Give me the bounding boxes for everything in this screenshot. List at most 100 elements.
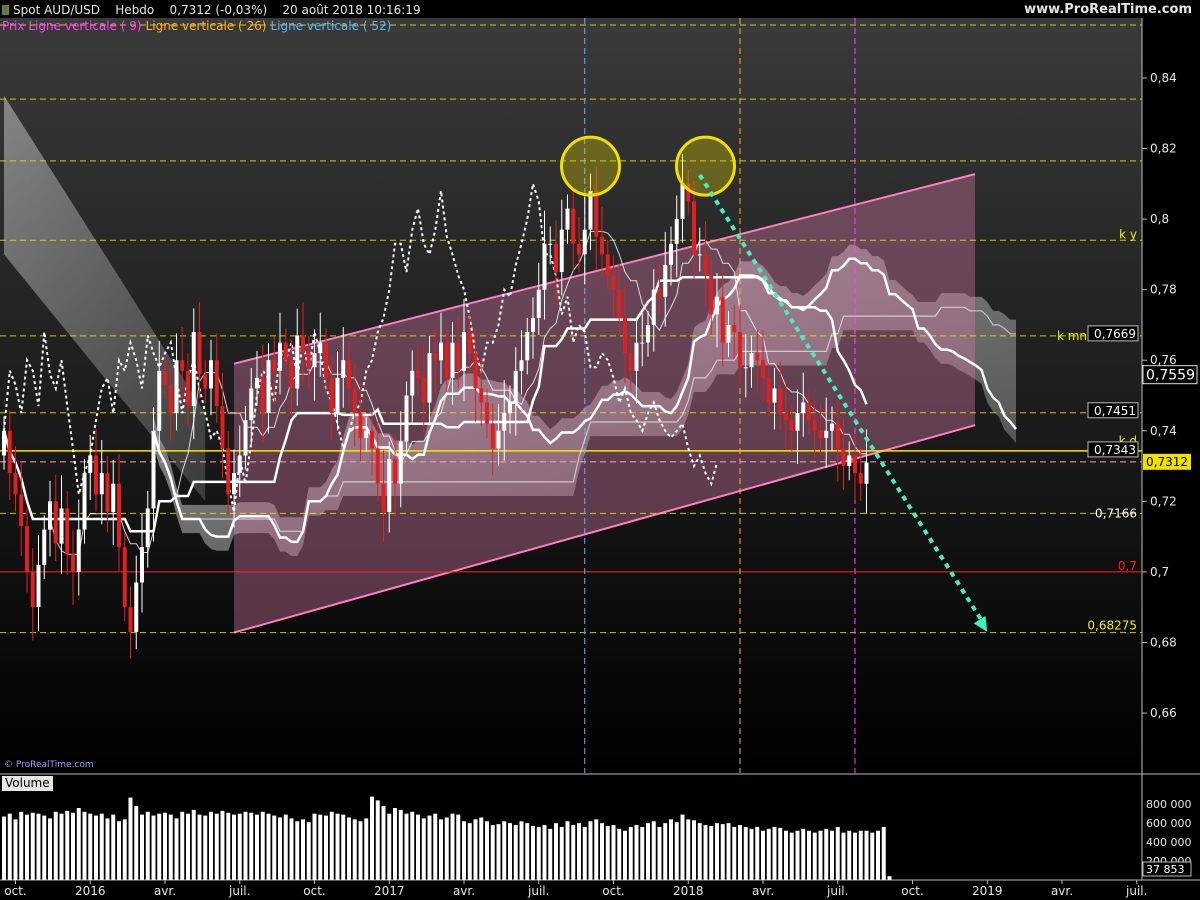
candle-body (462, 331, 466, 371)
volume-bar (697, 823, 702, 880)
volume-bar (65, 810, 70, 880)
volume-bar (473, 819, 478, 880)
volume-bar (835, 826, 840, 880)
volume-bar (847, 830, 852, 880)
volume-bar (853, 832, 857, 880)
candle-body (513, 370, 518, 403)
candle-body (272, 360, 277, 371)
volume-bar (789, 832, 794, 880)
candle-body (341, 360, 346, 378)
candle-body (755, 353, 760, 361)
candle-body (370, 430, 374, 449)
x-tick-label: juil. (826, 884, 848, 898)
volume-bar (128, 797, 133, 880)
volume-bar (375, 800, 380, 880)
candle-body (519, 360, 524, 371)
candle-body (237, 455, 242, 474)
y-tick-label: 0,72 (1150, 494, 1177, 508)
candle-body (168, 384, 173, 414)
candle-body (623, 317, 627, 354)
candle-body (789, 420, 794, 431)
volume-bar (105, 818, 110, 880)
candle-body (140, 547, 144, 583)
candle-body (312, 353, 317, 368)
x-tick-label: 2019 (972, 884, 1003, 898)
volume-bar (301, 819, 305, 880)
x-tick-label: avr. (154, 884, 176, 898)
x-tick-label: oct. (901, 884, 923, 898)
volume-bar (502, 821, 507, 880)
candle-body (841, 448, 846, 467)
candle-body (398, 441, 403, 484)
candle-body (709, 275, 714, 315)
candle-body (76, 529, 81, 572)
candle-body (255, 377, 259, 389)
volume-bar (352, 819, 357, 880)
volume-bar (13, 819, 18, 880)
volume-bar (692, 820, 696, 880)
volume-bar (640, 826, 645, 880)
volume-bar (255, 814, 259, 880)
candle-body (467, 331, 472, 354)
candle-body (82, 473, 87, 530)
y-tick-label: 0,66 (1150, 706, 1177, 720)
candle-body (19, 494, 24, 527)
candle-body (565, 208, 570, 230)
legend-vline-52[interactable]: Ligne verticale ( 52) (270, 19, 391, 33)
candle-body (692, 201, 696, 255)
period-label: Hebdo (115, 3, 155, 17)
x-tick-label: oct. (602, 884, 624, 898)
candle-body (347, 360, 351, 389)
candle-body (352, 388, 357, 414)
x-tick-label: juil. (1125, 884, 1147, 898)
candle-body (358, 413, 363, 438)
volume-bar (19, 811, 24, 880)
volume-bar (738, 825, 742, 880)
candle-body (278, 342, 282, 371)
volume-panel-title: Volume (2, 776, 53, 791)
candle-body (450, 342, 455, 378)
volume-bar (772, 826, 777, 880)
site-url[interactable]: www.ProRealTime.com (1024, 2, 1192, 17)
volume-bar (508, 823, 512, 880)
legend-price[interactable]: Prix (2, 19, 24, 33)
candle-body (554, 243, 558, 273)
volume-bar (588, 821, 593, 880)
volume-bar (237, 813, 242, 880)
volume-bar (439, 819, 443, 880)
candle-body (640, 342, 645, 344)
x-tick-label: oct. (4, 884, 26, 898)
y-axis-ticks: 800 000600 000400 000200 00037 8530,840,… (1142, 71, 1192, 877)
volume-bar (450, 813, 455, 880)
volume-bar (600, 823, 604, 880)
volume-bar (370, 796, 374, 880)
candle-body (209, 360, 213, 389)
candle-body (496, 430, 501, 449)
legend-vline-9[interactable]: Ligne verticale ( 9) (28, 19, 141, 33)
candle-body (456, 342, 461, 371)
candle-body (59, 508, 64, 544)
volume-bar (48, 818, 52, 880)
candle-body (818, 430, 823, 438)
volume-bar (531, 826, 535, 880)
candle-body (410, 370, 415, 396)
volume-bar (870, 832, 875, 880)
volume-bar (421, 818, 426, 880)
candle-body (835, 423, 840, 449)
candle-body (151, 430, 156, 509)
candle-body (801, 402, 806, 414)
candle-body (669, 243, 673, 265)
candle-body (508, 402, 512, 414)
instrument-name: Spot AUD/USD (13, 3, 101, 17)
volume-bar (485, 821, 489, 880)
volume-bar (617, 828, 622, 880)
candle-body (283, 342, 288, 361)
legend-vline-26[interactable]: Ligne verticale ( 26) (146, 19, 267, 33)
volume-bar (864, 830, 869, 880)
volume-bar (824, 828, 829, 880)
volume-bar (479, 817, 484, 880)
candle-body (157, 370, 162, 431)
volume-bar (94, 815, 98, 880)
candle-body (329, 377, 334, 414)
candle-body (542, 243, 547, 290)
